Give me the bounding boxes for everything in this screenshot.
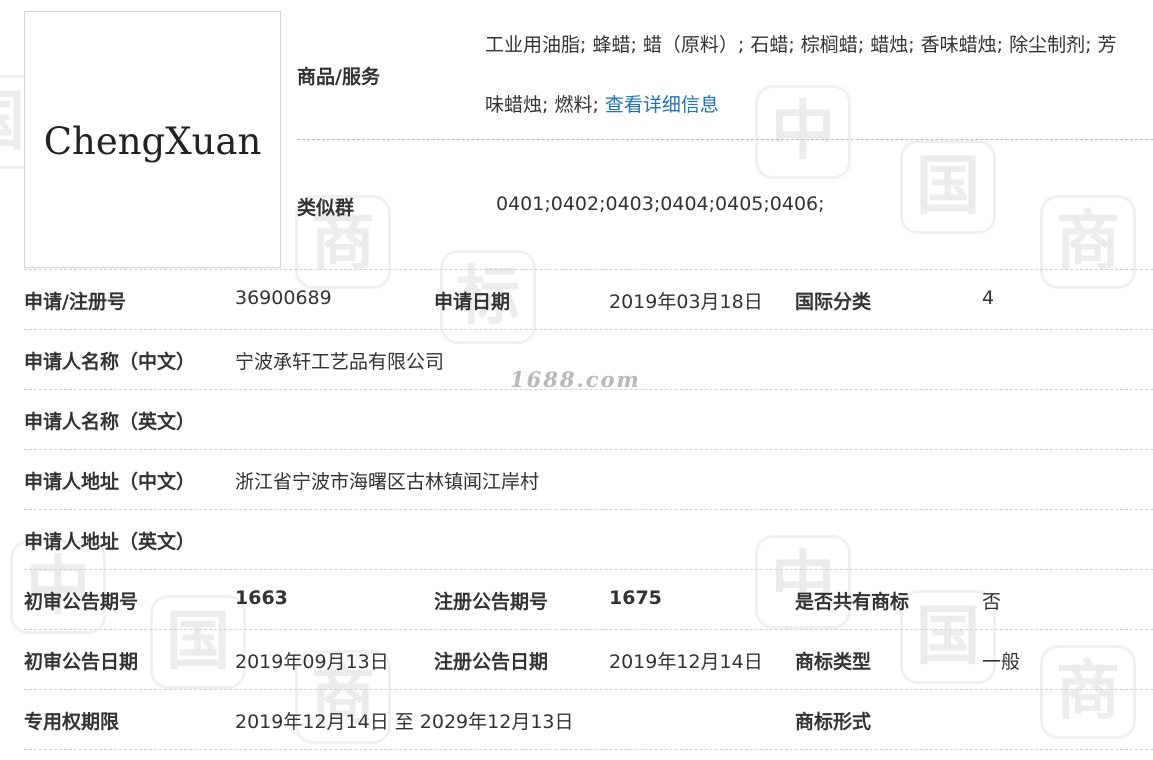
view-detail-link[interactable]: 查看详细信息 — [605, 94, 719, 116]
prelim-date-value: 2019年09月13日 — [235, 651, 389, 673]
row-divider — [24, 509, 1153, 510]
trademark-image: ChengXuan — [24, 11, 281, 268]
goods-value: 工业用油脂; 蜂蜡; 蜡（原料）; 石蜡; 棕榈蜡; 蜡烛; 香味蜡烛; 除尘制… — [485, 28, 1153, 135]
prelim-date-label: 初审公告日期 — [24, 651, 139, 673]
watermark-char: 中 — [755, 535, 851, 629]
prelim-issue-value: 1663 — [235, 587, 288, 609]
row-divider — [24, 629, 1153, 630]
reg-no-value: 36900689 — [235, 287, 332, 309]
valid-period-label: 专用权期限 — [24, 711, 120, 733]
shared-label: 是否共有商标 — [795, 591, 910, 613]
goods-line-2: 味蜡烛; 燃料; 查看详细信息 — [485, 75, 1153, 135]
intl-class-value: 4 — [982, 287, 995, 309]
reg-issue-value: 1675 — [609, 587, 662, 609]
applicant-cn-label: 申请人名称（中文） — [24, 351, 196, 373]
watermark-char: 商 — [1040, 645, 1136, 739]
similar-group-value: 0401;0402;0403;0404;0405;0406; — [496, 193, 825, 215]
apply-date-label: 申请日期 — [434, 291, 511, 313]
reg-date-label: 注册公告日期 — [434, 651, 549, 673]
address-cn-value: 浙江省宁波市海曙区古林镇闻江岸村 — [235, 471, 540, 493]
similar-group-label: 类似群 — [297, 197, 355, 219]
tm-form-label: 商标形式 — [795, 711, 872, 733]
goods-line-2-text: 味蜡烛; 燃料; — [485, 94, 605, 116]
valid-period-value: 2019年12月14日 至 2029年12月13日 — [235, 711, 574, 733]
tm-type-value: 一般 — [982, 651, 1021, 673]
watermark-char: 商 — [1040, 195, 1136, 289]
row-divider — [24, 449, 1153, 450]
intl-class-label: 国际分类 — [795, 291, 872, 313]
row-divider — [24, 689, 1153, 690]
applicant-en-label: 申请人名称（英文） — [24, 411, 196, 433]
apply-date-value: 2019年03月18日 — [609, 291, 763, 313]
applicant-cn-value: 宁波承轩工艺品有限公司 — [235, 351, 445, 373]
shared-value: 否 — [982, 591, 1002, 613]
address-cn-label: 申请人地址（中文） — [24, 471, 196, 493]
prelim-issue-label: 初审公告期号 — [24, 591, 139, 613]
row-divider — [24, 269, 1153, 270]
reg-issue-label: 注册公告期号 — [434, 591, 549, 613]
trademark-logo-text: ChengXuan — [43, 120, 262, 163]
reg-no-label: 申请/注册号 — [24, 291, 126, 313]
watermark-char: 国 — [150, 595, 246, 689]
goods-label: 商品/服务 — [297, 66, 380, 88]
trademark-detail-page: 国 中 国 商 商 标 中 国 商 中 国 商 1688.com ChengXu… — [0, 0, 1153, 760]
watermark-site: 1688.com — [510, 367, 641, 392]
goods-line-1: 工业用油脂; 蜂蜡; 蜡（原料）; 石蜡; 棕榈蜡; 蜡烛; 香味蜡烛; 除尘制… — [485, 34, 1117, 56]
goods-divider — [297, 139, 1153, 140]
row-divider — [24, 749, 1153, 750]
tm-type-label: 商标类型 — [795, 651, 872, 673]
address-en-label: 申请人地址（英文） — [24, 531, 196, 553]
watermark-char: 国 — [900, 140, 996, 234]
row-divider — [24, 329, 1153, 330]
row-divider — [24, 569, 1153, 570]
reg-date-value: 2019年12月14日 — [609, 651, 763, 673]
